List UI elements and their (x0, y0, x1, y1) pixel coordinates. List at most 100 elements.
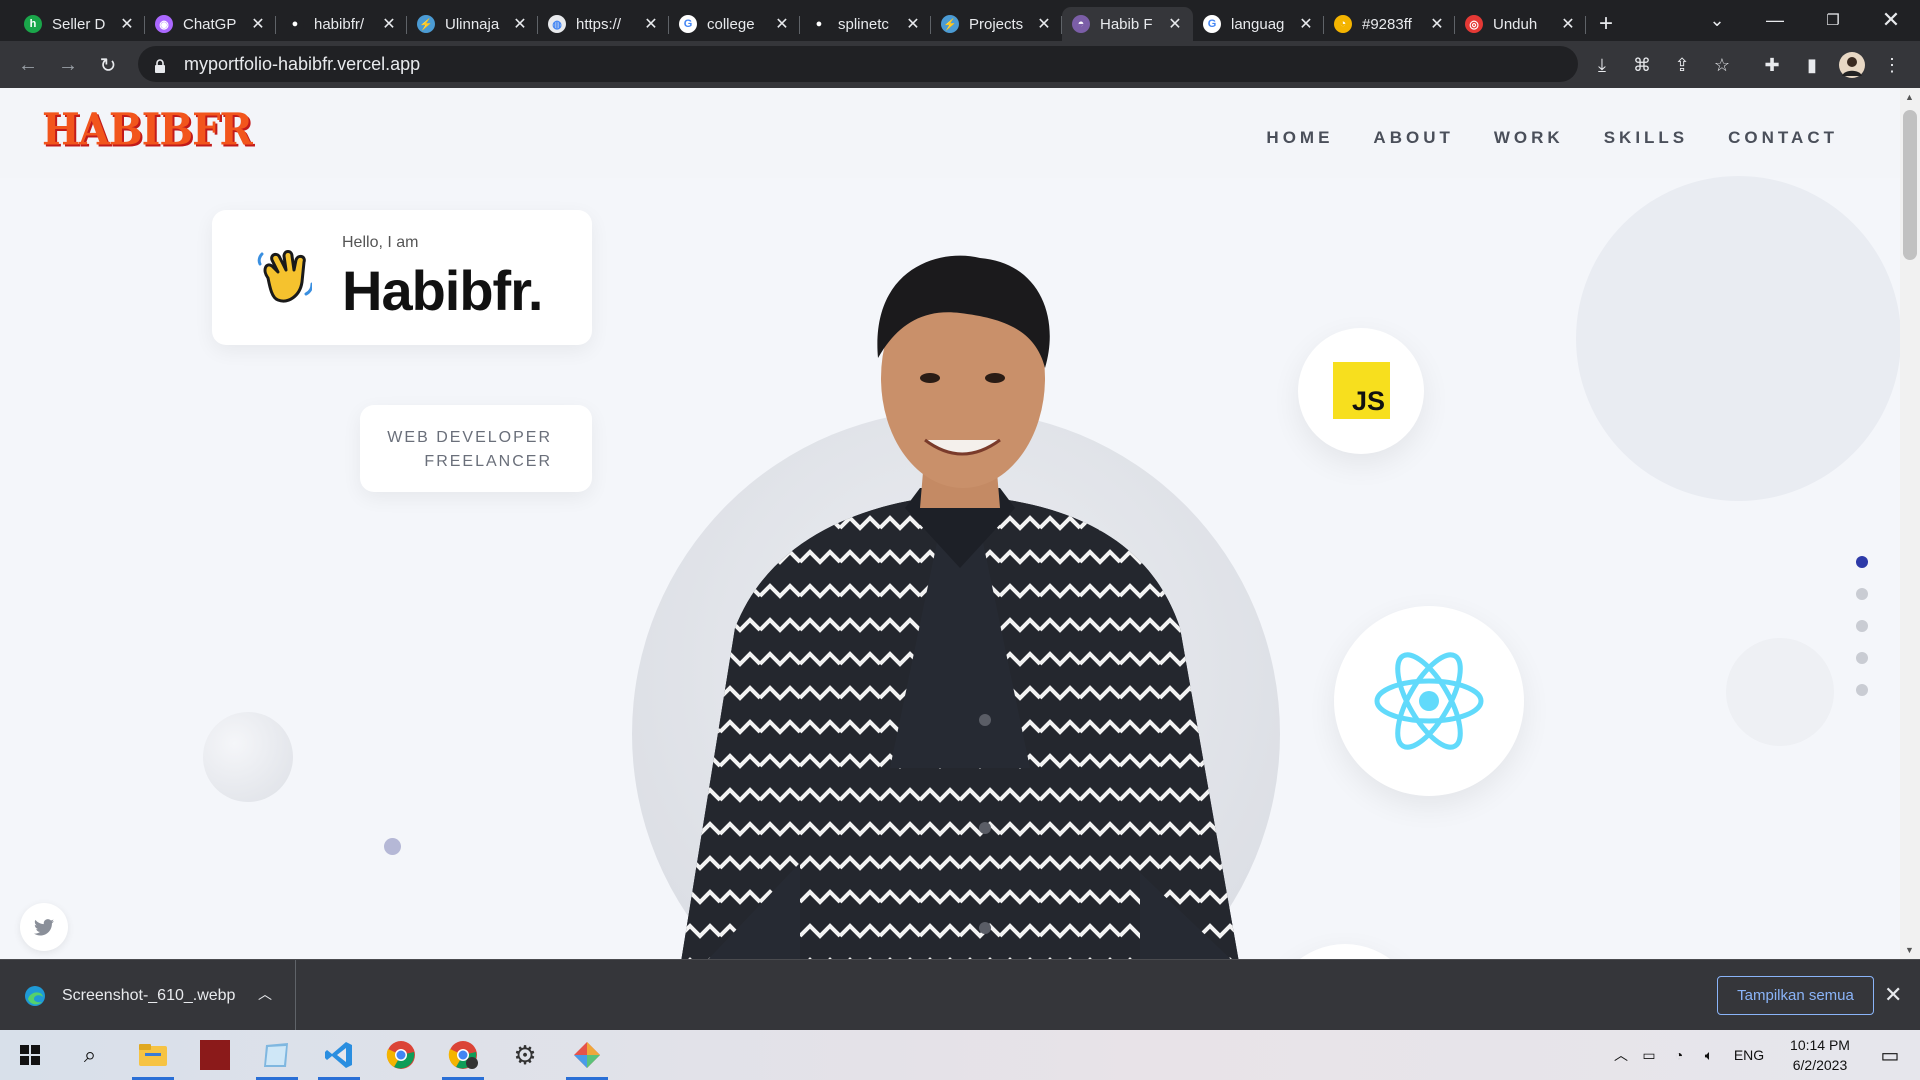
tab-favicon-icon: ⚡ (417, 15, 435, 33)
show-all-downloads-button[interactable]: Tampilkan semua (1717, 976, 1874, 1015)
deco-dot (384, 838, 401, 855)
js-logo-icon: JS (1333, 362, 1390, 419)
language-indicator[interactable]: ENG (1724, 1047, 1774, 1063)
start-button[interactable] (5, 1030, 55, 1080)
tab-close-icon[interactable]: ✕ (119, 14, 135, 34)
section-dot[interactable] (1856, 588, 1868, 600)
tab-separator (1585, 16, 1586, 34)
tab-favicon-icon: ◍ (548, 15, 566, 33)
browser-tab[interactable]: ● splinetc ✕ (800, 7, 931, 41)
tab-favicon-icon: ◉ (155, 15, 173, 33)
hero-name: Habibfr. (342, 259, 543, 322)
tab-list: h Seller D ✕ ◉ ChatGP ✕ ● habibfr/ ✕ ⚡ Ulinnaja ✕ ◍ h… (0, 3, 1586, 41)
system-tray: ︿ ▭ ◔ 🔈︎ ENG 10:14 PM 6/2/2023 ▭ (1608, 1030, 1920, 1080)
bookmark-star-icon[interactable]: ☆ (1706, 49, 1738, 81)
section-dot[interactable] (1856, 684, 1868, 696)
tab-title: Ulinnaja (445, 15, 500, 33)
tray-overflow-icon[interactable]: ︿ (1608, 1045, 1634, 1065)
close-window-button[interactable]: ✕ (1862, 0, 1920, 40)
menu-icon[interactable]: ⋮ (1876, 49, 1908, 81)
greeting-text: Hello, I am (342, 234, 419, 251)
browser-tab[interactable]: ◉ ChatGP ✕ (145, 7, 276, 41)
js-logo-text: JS (1351, 386, 1385, 416)
search-icon[interactable]: ⌕ (65, 1030, 115, 1080)
tab-close-icon[interactable]: ✕ (1560, 14, 1576, 34)
back-button[interactable]: ← (8, 45, 48, 85)
tab-close-icon[interactable]: ✕ (1429, 14, 1445, 34)
restore-button[interactable]: ❐ (1804, 0, 1862, 40)
battery-icon[interactable]: ▭ (1634, 1047, 1664, 1064)
tab-close-icon[interactable]: ✕ (1036, 14, 1052, 34)
tab-close-icon[interactable]: ✕ (512, 14, 528, 34)
section-dot[interactable] (1856, 556, 1868, 568)
app-dragon-icon[interactable] (190, 1030, 240, 1080)
browser-tab[interactable]: ⚡ Projects ✕ (931, 7, 1062, 41)
minimize-button[interactable]: — (1746, 0, 1804, 40)
file-explorer-icon[interactable] (128, 1030, 178, 1080)
nav-skills[interactable]: SKILLS (1604, 128, 1688, 148)
browser-tab[interactable]: ⚡ Ulinnaja ✕ (407, 7, 538, 41)
tab-close-icon[interactable]: ✕ (643, 14, 659, 34)
browser-tab[interactable]: ◓ Habib F ✕ (1062, 7, 1193, 41)
reload-button[interactable]: ↻ (88, 45, 128, 85)
settings-gear-icon[interactable]: ⚙ (500, 1030, 550, 1080)
react-logo-icon (1374, 652, 1484, 750)
tab-close-icon[interactable]: ✕ (774, 14, 790, 34)
wifi-icon[interactable]: ◔ (1664, 1047, 1694, 1063)
tab-close-icon[interactable]: ✕ (1298, 14, 1314, 34)
browser-tab[interactable]: ◍ https:// ✕ (538, 7, 669, 41)
nav-home[interactable]: HOME (1266, 128, 1333, 148)
scroll-up-arrow[interactable]: ▲ (1905, 92, 1914, 102)
tab-title: Habib F (1100, 15, 1153, 33)
browser-tab[interactable]: ● habibfr/ ✕ (276, 7, 407, 41)
vscode-icon[interactable] (314, 1030, 364, 1080)
tab-title: Projects (969, 15, 1024, 33)
tab-strip: h Seller D ✕ ◉ ChatGP ✕ ● habibfr/ ✕ ⚡ Ulinnaja ✕ ◍ h… (0, 0, 1920, 41)
scroll-down-arrow[interactable]: ▼ (1905, 945, 1914, 955)
clock[interactable]: 10:14 PM 6/2/2023 (1780, 1035, 1860, 1075)
browser-tab[interactable]: Glanguag ✕ (1193, 7, 1324, 41)
app-diamond-icon[interactable] (562, 1030, 612, 1080)
nav-about[interactable]: ABOUT (1373, 128, 1453, 148)
browser-tab[interactable]: Gcollege ✕ (669, 7, 800, 41)
tab-close-icon[interactable]: ✕ (381, 14, 397, 34)
browser-tab[interactable]: ◔ #9283ff ✕ (1324, 7, 1455, 41)
browser-tab[interactable]: h Seller D ✕ (14, 7, 145, 41)
volume-icon[interactable]: 🔈︎ (1694, 1047, 1724, 1064)
profile-photo (681, 255, 1239, 959)
download-item[interactable]: Screenshot-_610_.webp ︿ (0, 960, 296, 1031)
new-tab-button[interactable]: + (1586, 7, 1626, 41)
notifications-icon[interactable]: ▭ (1860, 1043, 1920, 1068)
nav-work[interactable]: WORK (1494, 128, 1564, 148)
chrome-profile-icon[interactable] (438, 1030, 488, 1080)
profile-avatar[interactable] (1836, 49, 1868, 81)
app-notes-icon[interactable] (252, 1030, 302, 1080)
section-dot[interactable] (1856, 620, 1868, 632)
side-panel-icon[interactable]: ▮ (1796, 49, 1828, 81)
translate-icon[interactable]: ⌘ (1626, 49, 1658, 81)
close-download-bar-button[interactable]: ✕ (1884, 982, 1902, 1008)
tab-close-icon[interactable]: ✕ (1167, 14, 1183, 34)
twitter-button[interactable] (20, 903, 68, 951)
tab-search-button[interactable]: ⌄ (1688, 0, 1746, 40)
portfolio-page: HABIBFR HOME ABOUT WORK SKILLS CONTACT H… (0, 88, 1920, 959)
section-dot[interactable] (1856, 652, 1868, 664)
install-app-icon[interactable]: ⤓ (1586, 49, 1618, 81)
browser-tab[interactable]: ◎ Unduh ✕ (1455, 7, 1586, 41)
scroll-thumb[interactable] (1903, 110, 1917, 260)
site-logo[interactable]: HABIBFR (42, 104, 253, 156)
roles-card: WEB DEVELOPER FREELANCER (360, 405, 592, 492)
tab-favicon-icon: ◓ (1072, 15, 1090, 33)
tab-close-icon[interactable]: ✕ (905, 14, 921, 34)
share-icon[interactable]: ⇪ (1666, 49, 1698, 81)
chrome-icon[interactable] (376, 1030, 426, 1080)
tab-close-icon[interactable]: ✕ (250, 14, 266, 34)
windows-taskbar: ⌕ ⚙ ︿ ▭ ◔ 🔈︎ ENG 10:14 PM 6/2/2023 ▭ (0, 1030, 1920, 1080)
chevron-up-icon[interactable]: ︿ (258, 984, 272, 1004)
extensions-icon[interactable]: ✚ (1756, 49, 1788, 81)
intro-card: Hello, I am Habibfr. (212, 210, 592, 345)
forward-button[interactable]: → (48, 45, 88, 85)
edge-file-icon (25, 985, 45, 1006)
nav-contact[interactable]: CONTACT (1728, 128, 1838, 148)
address-bar[interactable]: myportfolio-habibfr.vercel.app (138, 46, 1578, 82)
